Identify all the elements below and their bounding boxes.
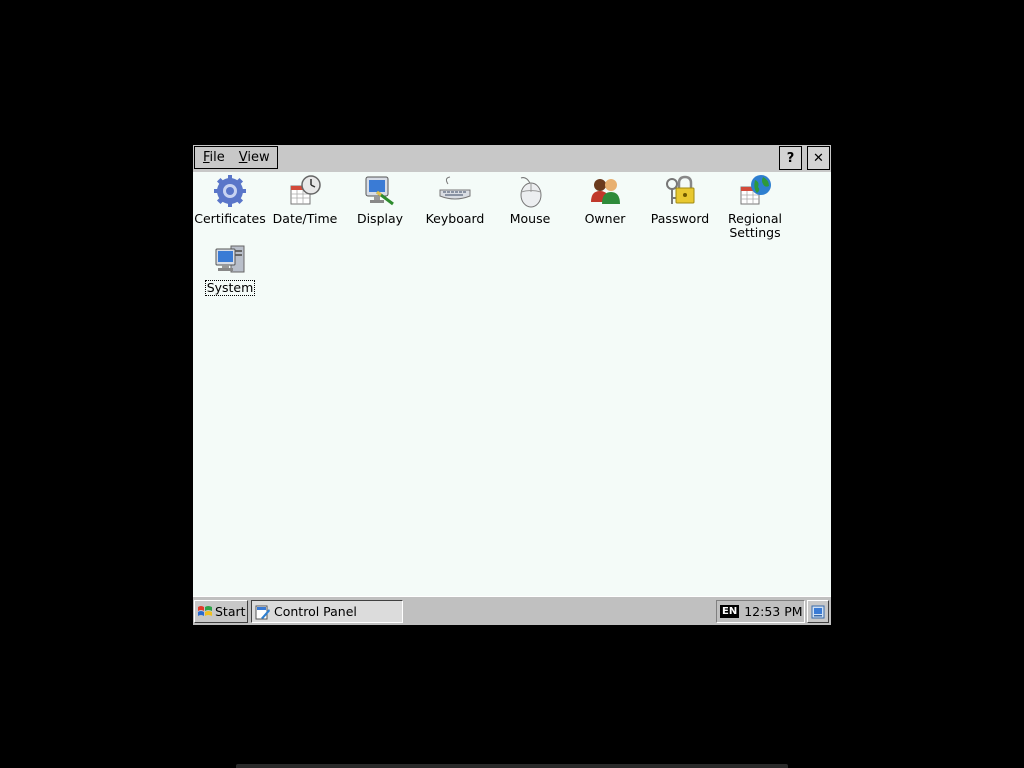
regional-settings-icon xyxy=(740,175,771,205)
icon-label: Password xyxy=(650,211,710,226)
icon-label: System xyxy=(204,280,256,296)
icon-label: Date/Time xyxy=(272,211,338,226)
windows-logo-icon xyxy=(198,605,212,616)
date-time-item[interactable]: Date/Time xyxy=(268,174,342,226)
bottom-edge xyxy=(236,764,788,768)
icon-label: Keyboard xyxy=(425,211,485,226)
menu-view[interactable]: View xyxy=(239,150,270,165)
icon-label: Mouse xyxy=(509,211,551,226)
display-icon xyxy=(365,176,394,206)
owner-item[interactable]: Owner xyxy=(568,174,642,226)
certificates-icon xyxy=(214,175,246,207)
icon-label: Display xyxy=(356,211,404,226)
mouse-icon xyxy=(520,177,542,208)
icon-label: Owner xyxy=(584,211,626,226)
owner-icon xyxy=(591,179,620,204)
password-item[interactable]: Password xyxy=(643,174,717,226)
icon-label: Regional Settings xyxy=(728,211,782,240)
input-language-indicator[interactable]: EN xyxy=(720,605,740,618)
display-item[interactable]: Display xyxy=(343,174,417,226)
menu-file[interactable]: File xyxy=(203,150,225,165)
menu-file-rest: ile xyxy=(209,150,225,165)
control-panel-icon xyxy=(255,605,270,619)
keyboard-item[interactable]: Keyboard xyxy=(418,174,492,226)
taskbar: Start Control Panel EN 12:53 PM xyxy=(193,596,831,625)
menu-group: File View xyxy=(194,146,278,169)
close-button[interactable]: ✕ xyxy=(807,146,830,170)
password-icon xyxy=(666,175,695,204)
control-panel-content: Certificates Date/Time Display Keyboard … xyxy=(193,172,831,596)
keyboard-icon xyxy=(439,176,471,200)
clock[interactable]: 12:53 PM xyxy=(744,604,802,619)
system-tray: EN 12:53 PM xyxy=(716,600,805,623)
date-time-icon xyxy=(290,175,321,205)
start-label: Start xyxy=(215,604,246,619)
help-button[interactable]: ? xyxy=(779,146,802,170)
certificates-item[interactable]: Certificates xyxy=(193,174,267,226)
show-desktop-button[interactable] xyxy=(807,600,829,623)
system-item[interactable]: System xyxy=(193,242,267,296)
icon-label: Certificates xyxy=(194,211,266,226)
mouse-item[interactable]: Mouse xyxy=(493,174,567,226)
task-label: Control Panel xyxy=(274,604,357,619)
menu-view-rest: iew xyxy=(247,150,270,165)
desktop-icon xyxy=(811,605,825,618)
taskbar-control-panel[interactable]: Control Panel xyxy=(251,600,403,623)
regional-settings-item[interactable]: Regional Settings xyxy=(718,174,792,240)
device-screen: File View ? ✕ Certificates Date/Time Dis… xyxy=(193,145,831,625)
menu-bar: File View ? ✕ xyxy=(193,145,831,172)
start-button[interactable]: Start xyxy=(194,600,248,623)
system-icon xyxy=(215,245,245,273)
